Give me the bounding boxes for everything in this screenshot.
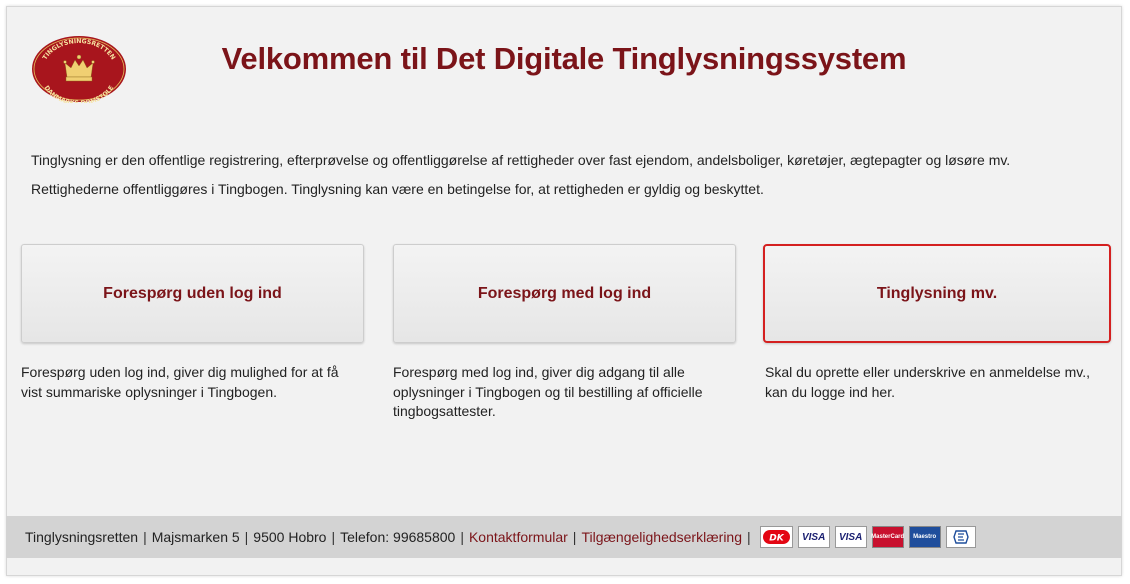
- query-with-login-button[interactable]: Forespørg med log ind: [393, 244, 736, 343]
- footer: Tinglysningsretten | Majsmarken 5 | 9500…: [6, 516, 1122, 558]
- tinglysning-button[interactable]: Tinglysning mv.: [763, 244, 1111, 343]
- e-payment-icon: [945, 526, 976, 548]
- intro-paragraph-1: Tinglysning er den offentlige registreri…: [31, 152, 1011, 168]
- query-without-login-description: Forespørg uden log ind, giver dig muligh…: [21, 364, 339, 400]
- footer-city: 9500 Hobro: [253, 529, 327, 545]
- maestro-icon: Maestro: [908, 526, 941, 548]
- footer-separator: |: [460, 529, 464, 545]
- accessibility-statement-link[interactable]: Tilgængelighedserklæring: [581, 529, 742, 545]
- footer-separator: |: [244, 529, 249, 545]
- visa-icon: VISA: [797, 526, 830, 548]
- footer-separator: |: [572, 529, 577, 545]
- footer-phone: Telefon: 99685800: [340, 529, 456, 545]
- page-title: Velkommen til Det Digitale Tinglysningss…: [221, 41, 907, 76]
- footer-separator: |: [747, 529, 751, 545]
- footer-org: Tinglysningsretten: [25, 529, 139, 545]
- footer-separator: |: [143, 529, 147, 545]
- intro-paragraph-2: Rettighederne offentliggøres i Tingbogen…: [31, 181, 764, 197]
- query-without-login-button[interactable]: Forespørg uden log ind: [21, 244, 364, 343]
- contact-form-link[interactable]: Kontaktformular: [469, 529, 568, 545]
- intro-text: Tinglysning er den offentlige registreri…: [31, 152, 1010, 210]
- tinglysning-description: Skal du oprette eller underskrive en anm…: [765, 364, 1091, 400]
- svg-text:DK: DK: [769, 534, 784, 544]
- query-with-login-description: Forespørg med log ind, giver dig adgang …: [393, 364, 703, 419]
- dankort-icon: DK: [759, 526, 793, 548]
- footer-separator: |: [331, 529, 336, 545]
- payment-cards: DK VISA VISA MasterCard Maestro: [759, 526, 981, 548]
- page-frame: TINGLYSNINGSRETTEN DANMARKS DOMSTOLE Vel…: [6, 6, 1122, 576]
- footer-address: Majsmarken 5: [151, 529, 240, 545]
- mastercard-icon: MasterCard: [871, 526, 904, 548]
- visa-electron-icon: VISA: [834, 526, 867, 548]
